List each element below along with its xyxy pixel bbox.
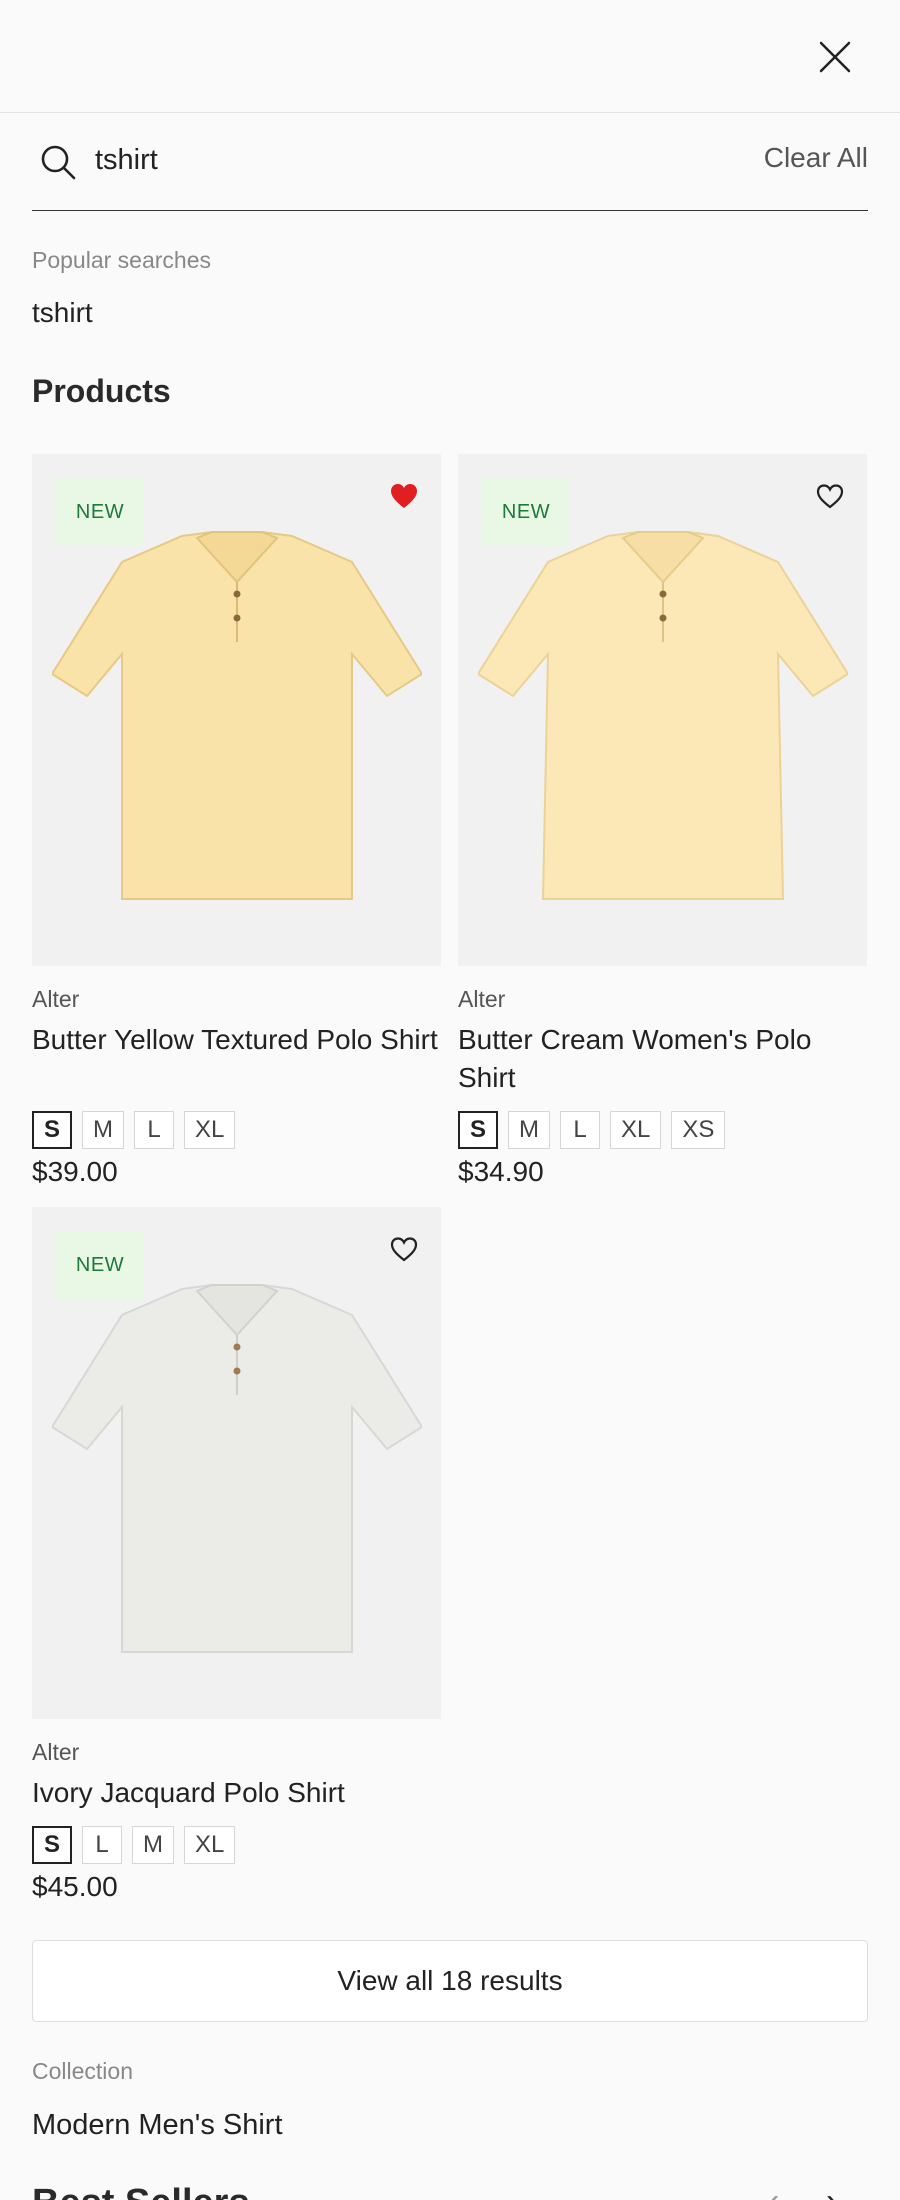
size-option[interactable]: S: [32, 1111, 73, 1149]
product-card[interactable]: NEW Alter Butter Yellow Textured Polo Sh…: [32, 454, 441, 1187]
popular-searches-label: Popular searches: [32, 247, 211, 273]
chevron-left-icon[interactable]: ‹: [768, 2182, 779, 2200]
size-option[interactable]: L: [82, 1826, 123, 1864]
size-option[interactable]: XL: [610, 1111, 662, 1149]
product-image[interactable]: NEW: [32, 1207, 441, 1719]
favorite-button[interactable]: [387, 1232, 421, 1266]
chevron-right-icon[interactable]: ›: [826, 2182, 837, 2200]
size-option[interactable]: L: [134, 1111, 175, 1149]
view-all-results-button[interactable]: View all 18 results: [32, 1940, 868, 2022]
polo-shirt-image: [478, 531, 848, 900]
size-option[interactable]: M: [132, 1826, 175, 1864]
clear-all-button[interactable]: Clear All: [764, 142, 868, 174]
search-input[interactable]: [95, 138, 695, 182]
size-option[interactable]: S: [32, 1826, 73, 1864]
size-option[interactable]: XL: [184, 1111, 236, 1149]
product-price: $45.00: [32, 1871, 118, 1902]
polo-shirt-image: [52, 1284, 422, 1653]
product-brand: Alter: [458, 986, 506, 1012]
heart-outline-icon: [390, 1237, 418, 1262]
products-heading: Products: [32, 373, 171, 409]
heart-outline-icon: [816, 484, 844, 509]
size-option[interactable]: M: [82, 1111, 125, 1149]
top-bar: [0, 0, 900, 113]
bestsellers-heading: Best Sellers: [32, 2182, 250, 2200]
close-icon: [819, 41, 851, 73]
size-options: S M L XL: [32, 1111, 236, 1149]
product-image[interactable]: NEW: [32, 454, 441, 966]
product-image[interactable]: NEW: [458, 454, 867, 966]
product-price: $34.90: [458, 1156, 544, 1187]
popular-search-term[interactable]: tshirt: [32, 297, 93, 329]
size-option[interactable]: M: [508, 1111, 551, 1149]
size-option[interactable]: XL: [184, 1826, 236, 1864]
product-name[interactable]: Ivory Jacquard Polo Shirt: [32, 1774, 441, 1812]
product-price: $39.00: [32, 1156, 118, 1187]
product-card[interactable]: NEW Alter Ivory Jacquard Polo Shirt S L …: [32, 1207, 441, 1902]
product-name[interactable]: Butter Yellow Textured Polo Shirt: [32, 1021, 441, 1059]
polo-shirt-image: [52, 531, 422, 900]
collection-link[interactable]: Modern Men's Shirt: [32, 2109, 283, 2142]
size-options: S M L XL XS: [458, 1111, 726, 1149]
search-bar: Clear All: [32, 128, 868, 211]
product-card[interactable]: NEW Alter Butter Cream Women's Polo Shir…: [458, 454, 867, 1187]
close-button[interactable]: [812, 34, 858, 80]
search-icon: [41, 145, 76, 180]
product-brand: Alter: [32, 1739, 80, 1765]
collection-label: Collection: [32, 2058, 133, 2084]
size-option[interactable]: S: [458, 1111, 499, 1149]
size-options: S L M XL: [32, 1826, 236, 1864]
favorite-button[interactable]: [387, 479, 421, 513]
product-name[interactable]: Butter Cream Women's Polo Shirt: [458, 1021, 867, 1097]
size-option[interactable]: XS: [671, 1111, 726, 1149]
product-brand: Alter: [32, 986, 80, 1012]
favorite-button[interactable]: [813, 479, 847, 513]
size-option[interactable]: L: [560, 1111, 601, 1149]
heart-filled-icon: [391, 484, 417, 508]
